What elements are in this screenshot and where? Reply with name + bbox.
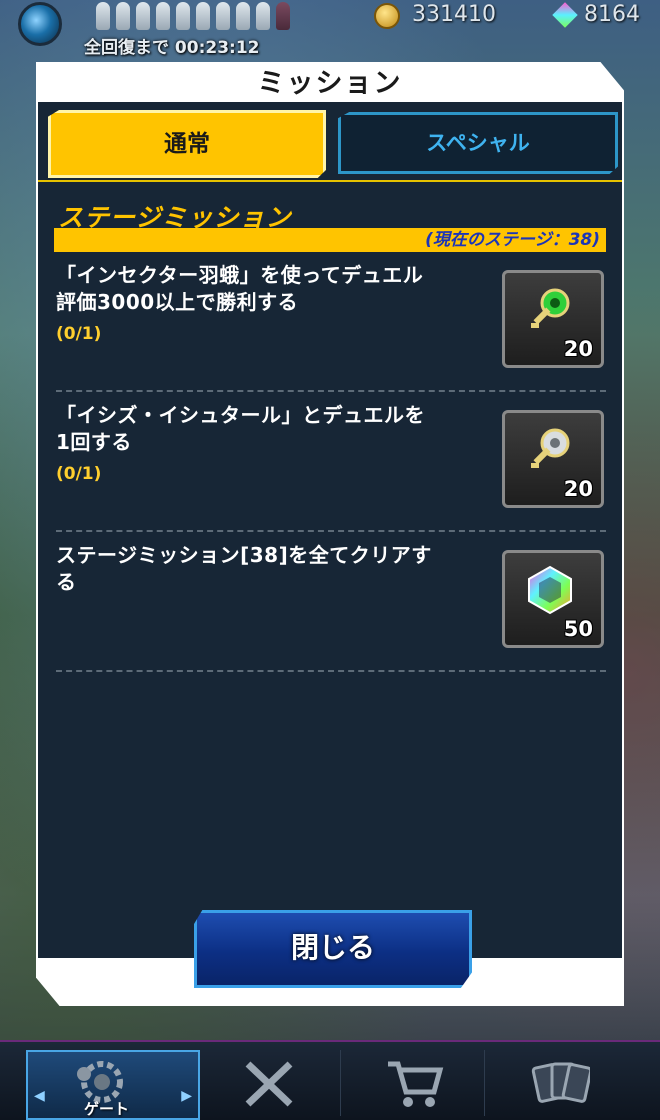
reward-box[interactable]: 20 [502,410,604,508]
reward-box[interactable]: 20 [502,270,604,368]
stamina-pip [236,2,250,30]
tab-normal[interactable]: 通常 [48,110,326,178]
modal-body: 通常 スペシャル ステージミッション (現在のステージ：38) 「インセクター羽… [38,102,622,958]
mission-text-line: ステージミッション[38]を全てクリアす [56,543,432,567]
divider [56,390,606,392]
mission-row: 「イシズ・イシュタール」とデュエルを 1回する (0/1) 20 [56,402,606,508]
cart-icon [388,1061,444,1107]
nav-gate[interactable]: ◀ ゲート ▶ [26,1050,200,1120]
mission-text-line: 評価3000以上で勝利する [56,290,299,314]
tab-bar: 通常 スペシャル [38,102,622,182]
tab-special[interactable]: スペシャル [338,112,618,174]
current-stage: (現在のステージ：38) [425,230,600,250]
close-button[interactable]: 閉じる [194,910,472,988]
mission-row: ステージミッション[38]を全てクリアす る 50 [56,542,606,648]
stamina-pip [216,2,230,30]
stamina-gauge [96,2,290,30]
mission-text: 「インセクター羽蛾」を使ってデュエル 評価3000以上で勝利する [56,262,476,316]
bottom-nav: ◀ ゲート ▶ [0,1040,660,1120]
nav-gate-label: ゲート [84,1100,130,1118]
gem-icon [552,2,578,28]
gem-count: 8164 [584,2,640,27]
green-key-icon [531,288,570,328]
coin-icon [374,3,400,29]
stamina-pip [156,2,170,30]
stamina-pip [196,2,210,30]
nav-shop[interactable] [344,1050,485,1116]
silver-key-icon [531,428,570,468]
nav-cards[interactable] [490,1050,630,1116]
stamina-pip-empty [276,2,290,30]
mission-modal: ミッション 通常 スペシャル ステージミッション (現在のステージ：38) 「イ… [36,62,624,1006]
crossed-swords-icon [245,1061,293,1107]
modal-title: ミッション [257,68,403,99]
mission-text-line: 「インセクター羽蛾」を使ってデュエル [56,263,424,287]
mission-text-line: 1回する [56,430,132,454]
stamina-pip [96,2,110,30]
recover-timer: 全回復まで 00:23:12 [84,33,260,58]
mission-progress: (0/1) [56,324,102,344]
profile-orb-icon[interactable] [18,2,62,46]
mission-text-line: る [56,570,77,594]
divider [56,670,606,672]
stamina-pip [176,2,190,30]
mission-row: 「インセクター羽蛾」を使ってデュエル 評価3000以上で勝利する (0/1) 2… [56,262,606,368]
divider [56,530,606,532]
reward-count: 20 [563,337,593,361]
reward-count: 50 [563,617,593,641]
reward-box[interactable]: 50 [502,550,604,648]
recover-label: 全回復まで [84,38,169,58]
recover-time: 00:23:12 [174,38,260,58]
status-bar: 全回復まで 00:23:12 331410 8164 [0,0,660,58]
mission-text-line: 「イシズ・イシュタール」とデュエルを [56,403,425,427]
rainbow-gem-icon [528,565,572,615]
section-bar: (現在のステージ：38) [54,228,606,252]
cards-icon [531,1062,590,1103]
mission-progress: (0/1) [56,464,102,484]
stamina-pip [116,2,130,30]
coin-count: 331410 [412,2,496,27]
reward-count: 20 [563,477,593,501]
stamina-pip [256,2,270,30]
mission-text: 「イシズ・イシュタール」とデュエルを 1回する [56,402,476,456]
nav-duel[interactable] [200,1050,341,1116]
mission-text: ステージミッション[38]を全てクリアす る [56,542,476,596]
stamina-pip [136,2,150,30]
arrow-left-icon: ◀ [34,1088,45,1104]
arrow-right-icon: ▶ [181,1088,192,1104]
